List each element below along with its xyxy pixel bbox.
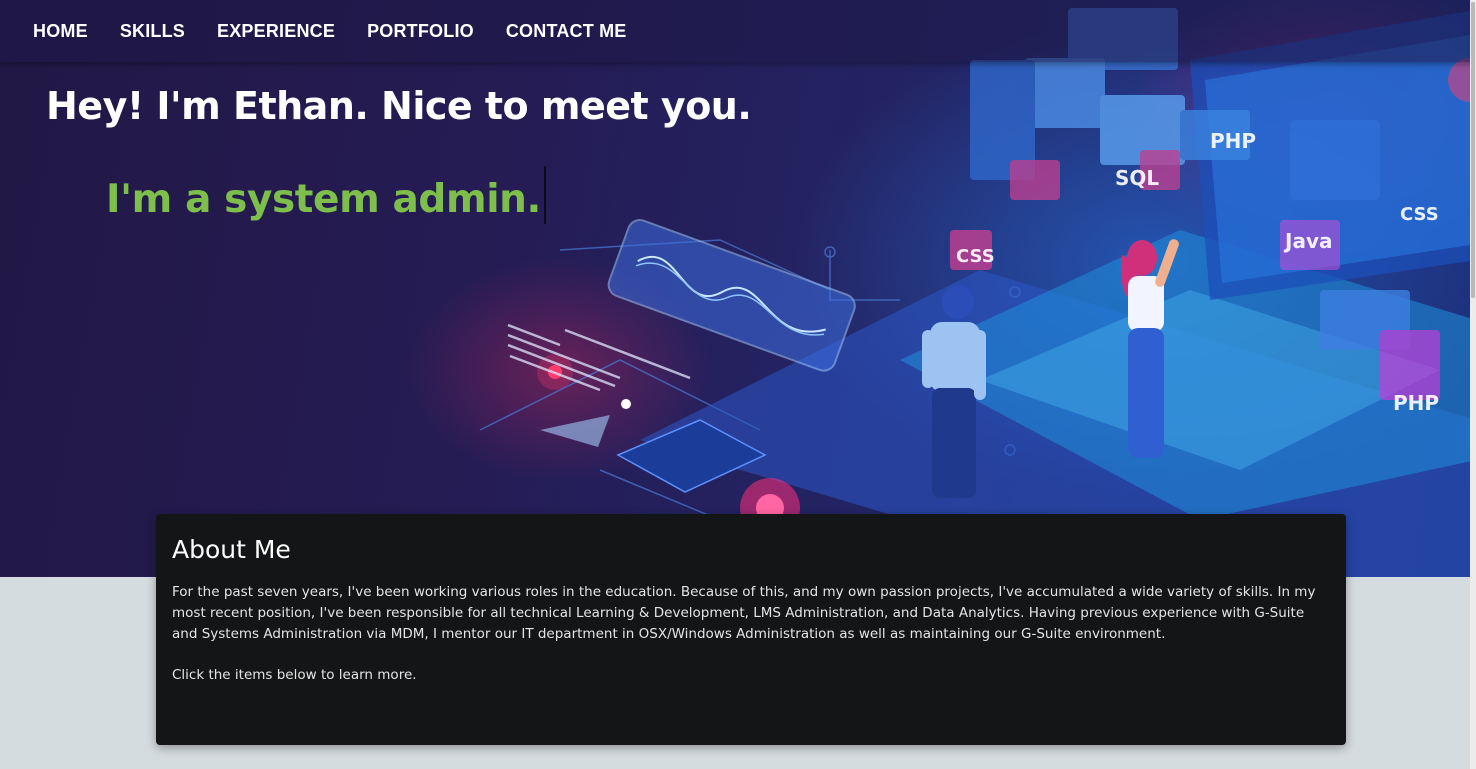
php-tag-2: PHP	[1393, 391, 1439, 415]
typing-cursor	[543, 166, 546, 224]
nav-portfolio-link[interactable]: PORTFOLIO	[351, 21, 490, 42]
java-tag: Java	[1283, 229, 1332, 253]
php-tag: PHP	[1210, 129, 1256, 153]
about-cta: Click the items below to learn more.	[172, 667, 417, 683]
css-tag-2: CSS	[1400, 204, 1439, 225]
sql-tag: SQL	[1115, 166, 1159, 190]
typed-tagline: I'm a system admin.	[106, 166, 546, 224]
scrollbar-thumb[interactable]	[1471, 2, 1475, 298]
top-navbar: HOME SKILLS EXPERIENCE PORTFOLIO CONTACT…	[0, 0, 1476, 62]
hero-headline: Hey! I'm Ethan. Nice to meet you.	[46, 84, 752, 128]
nav-experience-link[interactable]: EXPERIENCE	[201, 21, 351, 42]
nav-skills-link[interactable]: SKILLS	[104, 21, 201, 42]
about-body: For the past seven years, I've been work…	[172, 584, 1316, 642]
about-title: About Me	[172, 535, 291, 564]
nav-home-link[interactable]: HOME	[17, 21, 104, 42]
about-me-card: About Me For the past seven years, I've …	[156, 514, 1346, 745]
page-scrollbar[interactable]	[1470, 0, 1476, 769]
typed-text: I'm a system admin.	[106, 176, 541, 222]
nav-contact-link[interactable]: CONTACT ME	[490, 21, 643, 42]
css-tag: CSS	[956, 246, 995, 267]
hero-banner: SQL PHP CSS Java PHP CSS HOME SKILLS EXP…	[0, 0, 1476, 577]
